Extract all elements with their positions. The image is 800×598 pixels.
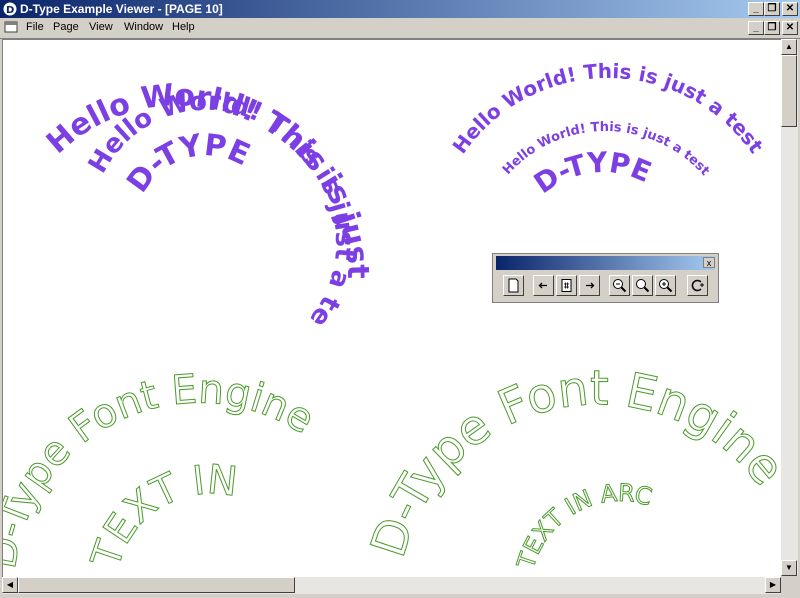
page-number-icon <box>561 279 572 292</box>
prev-page-button[interactable] <box>533 275 554 296</box>
menu-window[interactable]: Window <box>124 21 163 33</box>
toolbar-titlebar[interactable] <box>496 256 715 270</box>
green-right-inner-text: TEXT IN ARC <box>511 479 654 573</box>
restore-button[interactable]: ❐ <box>764 2 780 16</box>
horizontal-scroll-thumb[interactable] <box>18 577 295 593</box>
vertical-scroll-thumb[interactable] <box>781 55 797 127</box>
scroll-up-button[interactable]: ▲ <box>781 39 797 55</box>
purple-center-right-text: D-TYPE <box>528 146 656 201</box>
zoom-out-icon <box>613 279 627 293</box>
document-icon[interactable] <box>4 21 18 33</box>
page-number-button[interactable] <box>556 275 577 296</box>
zoom-icon <box>636 279 650 293</box>
scroll-left-button[interactable]: ◀ <box>2 577 18 593</box>
size-grip[interactable] <box>781 577 798 594</box>
scroll-down-button[interactable]: ▼ <box>781 560 797 576</box>
refresh-button[interactable] <box>687 275 708 296</box>
toolbar-close-button[interactable]: x <box>703 257 715 268</box>
next-page-button[interactable] <box>579 275 600 296</box>
menu-view[interactable]: View <box>89 21 113 33</box>
close-button[interactable]: ✕ <box>782 2 798 16</box>
zoom-in-button[interactable] <box>655 275 676 296</box>
menu-page[interactable]: Page <box>53 21 79 33</box>
menu-bar: File Page View Window Help _ ❐ ✕ <box>0 18 800 39</box>
svg-text:D: D <box>6 5 14 16</box>
green-left-inner-text: TEXT IN <box>83 457 240 574</box>
zoom-button[interactable] <box>632 275 653 296</box>
green-right-outer-text: D-Type Font Engine <box>360 360 781 563</box>
new-page-button[interactable] <box>503 275 524 296</box>
page-canvas[interactable]: Hello World! This is just a test! Hello … <box>2 39 781 577</box>
new-page-icon <box>508 278 519 293</box>
minimize-button[interactable]: _ <box>748 2 764 16</box>
prev-page-icon <box>538 282 547 289</box>
doc-close-button[interactable]: ✕ <box>782 21 798 35</box>
vertical-scrollbar[interactable]: ▲ ▼ <box>781 39 798 576</box>
page-render: Hello World! This is just a test! Hello … <box>3 40 781 574</box>
next-page-icon <box>586 282 595 289</box>
zoom-in-icon <box>659 279 673 293</box>
doc-minimize-button[interactable]: _ <box>748 21 764 35</box>
scroll-right-button[interactable]: ▶ <box>765 577 781 593</box>
floating-toolbar[interactable]: x <box>492 253 719 303</box>
title-bar: D D-Type Example Viewer - [PAGE 10] _ ❐ … <box>0 0 800 18</box>
horizontal-scrollbar[interactable]: ◀ ▶ <box>2 577 781 594</box>
app-icon: D <box>2 1 18 17</box>
zoom-out-button[interactable] <box>609 275 630 296</box>
doc-restore-button[interactable]: ❐ <box>764 21 780 35</box>
refresh-icon <box>691 279 704 292</box>
menu-file[interactable]: File <box>26 21 44 33</box>
window-title: D-Type Example Viewer - [PAGE 10] <box>20 2 223 16</box>
menu-help[interactable]: Help <box>172 21 195 33</box>
